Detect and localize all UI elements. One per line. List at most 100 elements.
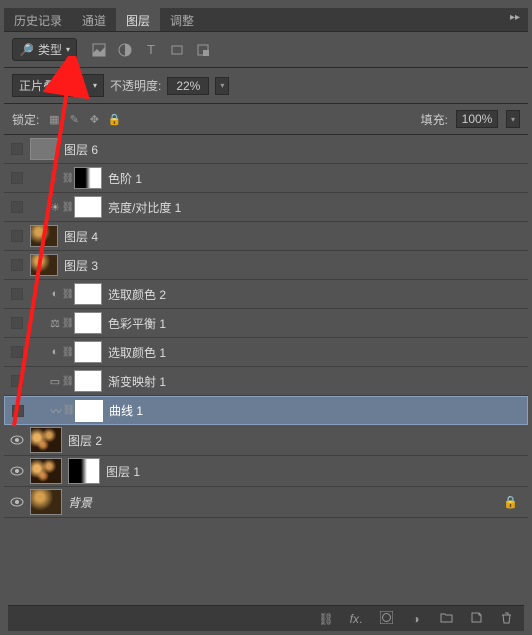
layer-row[interactable]: 图层 1 [4, 456, 528, 487]
visibility-toggle[interactable] [5, 405, 31, 417]
fx-icon[interactable]: fx. [348, 612, 364, 626]
filter-adjustment-icon[interactable] [117, 42, 133, 58]
lock-transparent-icon[interactable]: ▦ [47, 112, 61, 126]
collapse-icon[interactable]: ▸▸ [502, 8, 528, 31]
adjustment-icon: ◐ [48, 287, 62, 301]
layer-row[interactable]: 图层 6 [4, 135, 528, 164]
lock-row: 锁定: ▦ ✎ ✥ 🔒 填充: 100% ▾ [4, 104, 528, 135]
lock-position-icon[interactable]: ✥ [87, 112, 101, 126]
mask-thumbnail[interactable] [75, 400, 103, 422]
opacity-label: 不透明度: [110, 77, 161, 94]
visibility-toggle[interactable] [4, 201, 30, 213]
blend-mode-dropdown[interactable]: 正片叠底 ▾ [12, 74, 104, 97]
layer-name[interactable]: 图层 6 [64, 141, 98, 158]
layer-row[interactable]: ☀ ⛓ 亮度/对比度 1 [4, 193, 528, 222]
link-icon[interactable]: ⛓ [62, 376, 74, 387]
filter-type-icon[interactable]: T [143, 42, 159, 58]
visibility-toggle[interactable] [4, 259, 30, 271]
tab-channels[interactable]: 通道 [72, 8, 116, 31]
lock-pixels-icon[interactable]: ✎ [67, 112, 81, 126]
layer-thumbnail[interactable] [30, 225, 58, 247]
layer-thumbnail[interactable] [30, 458, 62, 484]
layer-row[interactable]: ◐ ⛓ 选取颜色 1 [4, 338, 528, 367]
visibility-toggle[interactable] [4, 172, 30, 184]
visibility-toggle[interactable] [4, 375, 30, 387]
layer-name[interactable]: 色阶 1 [108, 170, 142, 187]
layer-thumbnail[interactable] [30, 427, 62, 453]
new-group-icon[interactable] [438, 611, 454, 627]
layers-list: 图层 6 ◐ ⛓ 色阶 1 ☀ ⛓ 亮度/对比度 1 图层 4 图层 3 [4, 135, 528, 518]
layer-thumbnail[interactable] [30, 138, 58, 160]
link-layers-icon[interactable]: ⛓ [318, 612, 334, 626]
mask-thumbnail[interactable] [74, 196, 102, 218]
layer-name[interactable]: 图层 4 [64, 228, 98, 245]
mask-thumbnail[interactable] [74, 167, 102, 189]
filter-label: 类型 [38, 41, 62, 58]
tab-adjustments[interactable]: 调整 [160, 8, 204, 31]
filter-smartobject-icon[interactable] [195, 42, 211, 58]
fill-stepper[interactable]: ▾ [506, 110, 520, 128]
link-icon[interactable]: ⛓ [62, 318, 74, 329]
layer-row[interactable]: 图层 3 [4, 251, 528, 280]
layer-row[interactable]: 图层 4 [4, 222, 528, 251]
search-icon: 🔎 [19, 43, 34, 57]
layer-row[interactable]: ▭ ⛓ 渐变映射 1 [4, 367, 528, 396]
visibility-toggle[interactable] [4, 497, 30, 507]
layer-row[interactable]: ◐ ⛓ 选取颜色 2 [4, 280, 528, 309]
layer-row[interactable]: ◐ ⛓ 色阶 1 [4, 164, 528, 193]
visibility-toggle[interactable] [4, 230, 30, 242]
layer-name[interactable]: 图层 1 [106, 463, 140, 480]
filter-kind-dropdown[interactable]: 🔎 类型 ▾ [12, 38, 77, 61]
mask-thumbnail[interactable] [74, 370, 102, 392]
layer-name[interactable]: 背景 [68, 494, 92, 511]
fill-input[interactable]: 100% [456, 110, 498, 128]
adjustment-icon: ⚖ [48, 316, 62, 330]
lock-label: 锁定: [12, 111, 39, 128]
delete-layer-icon[interactable] [498, 611, 514, 627]
mask-thumbnail[interactable] [68, 458, 100, 484]
layer-row[interactable]: 图层 2 [4, 425, 528, 456]
visibility-toggle[interactable] [4, 346, 30, 358]
opacity-stepper[interactable]: ▾ [215, 77, 229, 95]
layer-name[interactable]: 曲线 1 [109, 402, 143, 419]
visibility-toggle[interactable] [4, 466, 30, 476]
new-adjustment-icon[interactable]: ◑ [408, 612, 424, 626]
new-layer-icon[interactable] [468, 611, 484, 627]
link-icon[interactable]: ⛓ [63, 405, 75, 416]
layer-row[interactable]: 〰 ⛓ 曲线 1 [4, 396, 528, 425]
tab-history[interactable]: 历史记录 [4, 8, 72, 31]
layer-name[interactable]: 色彩平衡 1 [108, 315, 166, 332]
lock-icon: 🔒 [503, 495, 518, 509]
tab-layers[interactable]: 图层 [116, 8, 160, 31]
link-icon[interactable]: ⛓ [62, 347, 74, 358]
mask-thumbnail[interactable] [74, 312, 102, 334]
visibility-toggle[interactable] [4, 143, 30, 155]
layer-name[interactable]: 图层 2 [68, 432, 102, 449]
visibility-toggle[interactable] [4, 317, 30, 329]
layer-name[interactable]: 渐变映射 1 [108, 373, 166, 390]
layer-name[interactable]: 图层 3 [64, 257, 98, 274]
mask-thumbnail[interactable] [74, 283, 102, 305]
blend-row: 正片叠底 ▾ 不透明度: 22% ▾ [4, 68, 528, 104]
link-icon[interactable]: ⛓ [62, 173, 74, 184]
link-icon[interactable]: ⛓ [62, 202, 74, 213]
add-mask-icon[interactable] [378, 611, 394, 627]
visibility-toggle[interactable] [4, 435, 30, 445]
adjustment-icon: ◐ [48, 345, 62, 359]
mask-thumbnail[interactable] [74, 341, 102, 363]
filter-toolbar: 🔎 类型 ▾ T [4, 32, 528, 68]
layer-name[interactable]: 选取颜色 1 [108, 344, 166, 361]
layer-row[interactable]: 背景 🔒 [4, 487, 528, 518]
opacity-input[interactable]: 22% [167, 77, 209, 95]
visibility-toggle[interactable] [4, 288, 30, 300]
blend-mode-value: 正片叠底 [19, 77, 67, 94]
lock-all-icon[interactable]: 🔒 [107, 112, 121, 126]
layer-name[interactable]: 选取颜色 2 [108, 286, 166, 303]
layer-thumbnail[interactable] [30, 254, 58, 276]
filter-shape-icon[interactable] [169, 42, 185, 58]
filter-pixel-icon[interactable] [91, 42, 107, 58]
layer-row[interactable]: ⚖ ⛓ 色彩平衡 1 [4, 309, 528, 338]
link-icon[interactable]: ⛓ [62, 289, 74, 300]
layer-name[interactable]: 亮度/对比度 1 [108, 199, 181, 216]
layer-thumbnail[interactable] [30, 489, 62, 515]
